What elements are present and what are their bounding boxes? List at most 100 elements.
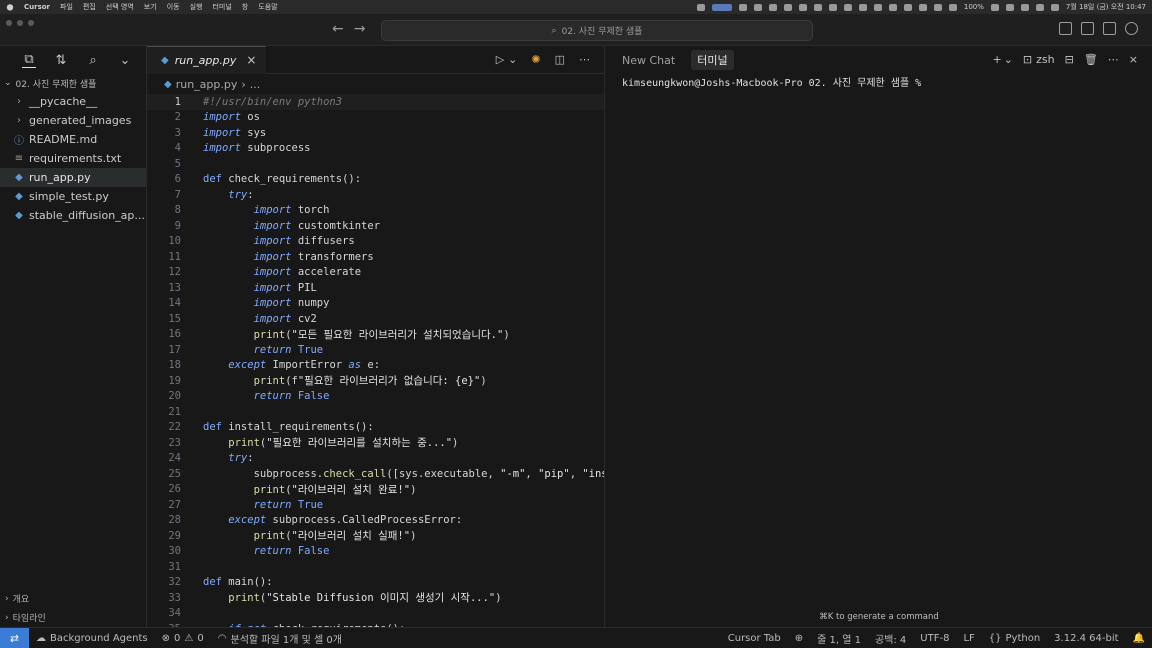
workspace-folder-header[interactable]: ⌄ 02. 사진 무제한 샘플 xyxy=(0,74,146,92)
explorer-files-icon[interactable]: ⧉ xyxy=(22,52,36,68)
breadcrumb-file[interactable]: run_app.py xyxy=(176,78,238,91)
tray-app-icon[interactable] xyxy=(798,3,807,11)
encoding-item[interactable]: UTF-8 xyxy=(913,633,956,644)
tray-app-icon[interactable] xyxy=(873,3,882,11)
menu-edit[interactable]: 편집 xyxy=(83,2,96,12)
tray-app-icon[interactable] xyxy=(918,3,927,11)
code-line[interactable]: 2 import os xyxy=(147,110,604,126)
chevron-down-icon[interactable]: ⌄ xyxy=(508,53,517,66)
interpreter-item[interactable]: 3.12.4 64-bit xyxy=(1047,633,1125,644)
new-terminal-icon[interactable]: + xyxy=(992,53,1001,66)
tray-app-icon[interactable] xyxy=(813,3,822,11)
terminal-prompt[interactable]: kimseungkwon@Joshs-Macbook-Pro 02. 사진 무제… xyxy=(622,74,921,89)
code-line[interactable]: 23 print("필요한 라이브러리를 설치하는 중...") xyxy=(147,435,604,451)
siri-icon[interactable] xyxy=(1050,3,1059,11)
code-line[interactable]: 5 xyxy=(147,156,604,172)
tree-folder-pycache[interactable]: › __pycache__ xyxy=(0,92,146,111)
tray-keyboard-icon[interactable] xyxy=(948,3,957,11)
analysis-item[interactable]: ◠ 분석할 파일 1개 및 셀 0개 xyxy=(211,631,349,646)
more-actions-icon[interactable]: ⋯ xyxy=(579,53,590,66)
tab-run-app[interactable]: ◆ run_app.py × xyxy=(147,46,267,74)
tree-file-simple-test[interactable]: ◆ simple_test.py xyxy=(0,187,146,206)
menu-file[interactable]: 파일 xyxy=(60,2,73,12)
split-editor-icon[interactable]: ◫ xyxy=(555,53,565,66)
code-line[interactable]: 16 print("모든 필요한 라이브러리가 설치되었습니다.") xyxy=(147,327,604,343)
tree-file-readme[interactable]: ⓘ README.md xyxy=(0,130,146,149)
code-line[interactable]: 27 return True xyxy=(147,497,604,513)
menu-go[interactable]: 이동 xyxy=(167,2,180,12)
zoom-window-icon[interactable] xyxy=(28,20,34,26)
tray-app-icon[interactable] xyxy=(828,3,837,11)
background-agents-item[interactable]: ☁ Background Agents xyxy=(29,633,155,644)
code-line[interactable]: 6 def check_requirements(): xyxy=(147,172,604,188)
code-line[interactable]: 11 import transformers xyxy=(147,249,604,265)
run-icon[interactable]: ▷ xyxy=(496,53,504,66)
code-line[interactable]: 22 def install_requirements(): xyxy=(147,420,604,436)
spotlight-search-icon[interactable] xyxy=(1020,3,1029,11)
tray-app-icon[interactable] xyxy=(858,3,867,11)
terminal-shell-name[interactable]: zsh xyxy=(1036,53,1054,66)
timeline-section[interactable]: › 타임라인 xyxy=(0,608,147,627)
toggle-panel-icon[interactable] xyxy=(1081,22,1094,35)
code-line[interactable]: 19 print(f"필요한 라이브러리가 없습니다: {e}") xyxy=(147,373,604,389)
back-arrow-icon[interactable]: ← xyxy=(332,21,344,37)
remote-indicator-icon[interactable]: ⇄ xyxy=(0,628,29,648)
code-line[interactable]: 3 import sys xyxy=(147,125,604,141)
menu-terminal[interactable]: 터미널 xyxy=(212,2,231,12)
tab-new-chat[interactable]: New Chat xyxy=(622,52,681,69)
search-icon[interactable]: ⌕ xyxy=(86,53,100,68)
menu-run[interactable]: 실행 xyxy=(190,2,203,12)
code-line[interactable]: 12 import accelerate xyxy=(147,265,604,281)
tray-volume-icon[interactable] xyxy=(933,3,942,11)
trash-icon[interactable]: 🗑 xyxy=(1084,53,1098,66)
code-line[interactable]: 24 try: xyxy=(147,451,604,467)
code-line[interactable]: 21 xyxy=(147,404,604,420)
language-item[interactable]: {} Python xyxy=(982,633,1047,644)
code-line[interactable]: 8 import torch xyxy=(147,203,604,219)
menu-help[interactable]: 도움말 xyxy=(258,2,277,12)
code-line[interactable]: 33 print("Stable Diffusion 이미지 생성기 시작...… xyxy=(147,590,604,606)
breadcrumb-symbol[interactable]: ... xyxy=(250,78,261,91)
code-line[interactable]: 29 print("라이브러리 설치 실패!") xyxy=(147,528,604,544)
code-line[interactable]: 1 #!/usr/bin/env python3 xyxy=(147,94,604,110)
code-line[interactable]: 17 return True xyxy=(147,342,604,358)
tree-folder-generated-images[interactable]: › generated_images xyxy=(0,111,146,130)
split-terminal-icon[interactable]: ⊟ xyxy=(1065,53,1074,66)
tray-app-icon[interactable] xyxy=(753,3,762,11)
eol-item[interactable]: LF xyxy=(956,633,981,644)
more-actions-icon[interactable]: ⋯ xyxy=(1108,53,1119,66)
outline-section[interactable]: › 개요 xyxy=(0,589,147,608)
tree-file-stable-diffusion[interactable]: ◆ stable_diffusion_ap... xyxy=(0,206,146,225)
menu-clock[interactable]: 7월 18일 (금) 오전 10:47 xyxy=(1066,2,1146,12)
notifications-item[interactable]: 🔔 xyxy=(1126,633,1152,644)
code-line[interactable]: 14 import numpy xyxy=(147,296,604,312)
apple-logo-icon[interactable] xyxy=(6,3,14,11)
code-area[interactable]: 1 #!/usr/bin/env python3 2 import os 3 import… xyxy=(147,94,604,627)
code-line[interactable]: 26 print("라이브러리 설치 완료!") xyxy=(147,482,604,498)
tray-app-icon[interactable] xyxy=(738,3,747,11)
close-window-icon[interactable] xyxy=(6,20,12,26)
chevron-down-icon[interactable]: ⌄ xyxy=(118,53,132,68)
code-line[interactable]: 20 return False xyxy=(147,389,604,405)
battery-icon[interactable] xyxy=(990,3,999,11)
code-line[interactable]: 28 except subprocess.CalledProcessError: xyxy=(147,513,604,529)
tray-screen-record-icon[interactable] xyxy=(711,3,732,11)
chevron-down-icon[interactable]: ⌄ xyxy=(1004,53,1013,66)
code-line[interactable]: 25 subprocess.check_call([sys.executable… xyxy=(147,466,604,482)
code-line[interactable]: 31 xyxy=(147,559,604,575)
menu-view[interactable]: 보기 xyxy=(144,2,157,12)
menu-window[interactable]: 창 xyxy=(242,2,248,12)
tray-app-icon[interactable] xyxy=(696,3,705,11)
wifi-icon[interactable] xyxy=(1005,3,1014,11)
tree-file-run-app[interactable]: ◆ run_app.py xyxy=(0,168,146,187)
code-line[interactable]: 10 import diffusers xyxy=(147,234,604,250)
code-line[interactable]: 30 return False xyxy=(147,544,604,560)
code-line[interactable]: 18 except ImportError as e: xyxy=(147,358,604,374)
command-center-search[interactable]: ⌕ 02. 사진 무제한 샘플 xyxy=(381,20,813,41)
code-line[interactable]: 32 def main(): xyxy=(147,575,604,591)
code-line[interactable]: 34 xyxy=(147,606,604,622)
minimize-window-icon[interactable] xyxy=(17,20,23,26)
zoom-search-item[interactable]: ⊕ xyxy=(788,633,810,644)
tray-app-icon[interactable] xyxy=(783,3,792,11)
cursor-position-item[interactable]: 줄 1, 열 1 xyxy=(810,631,868,646)
